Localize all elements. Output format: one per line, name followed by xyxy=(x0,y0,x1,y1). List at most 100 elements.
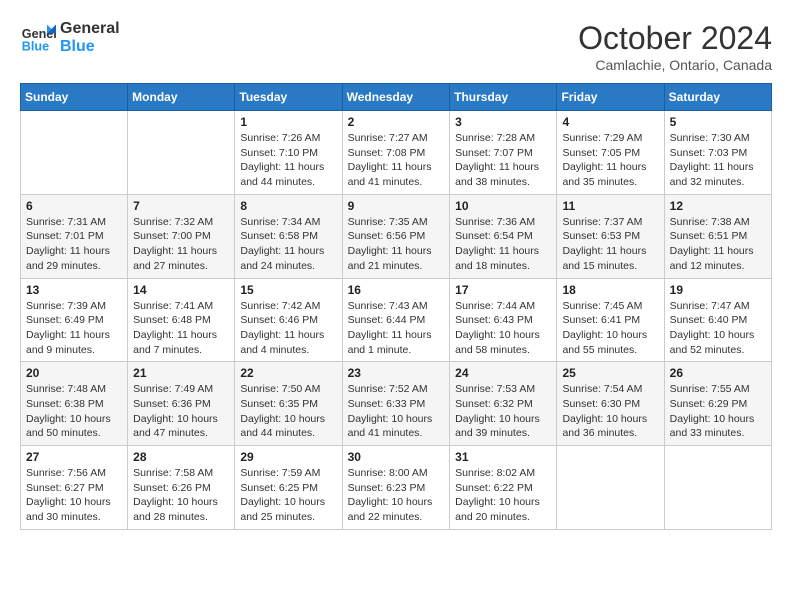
day-number: 26 xyxy=(670,366,766,380)
day-info: Sunrise: 8:00 AM Sunset: 6:23 PM Dayligh… xyxy=(348,466,445,525)
calendar-cell xyxy=(664,446,771,530)
day-info: Sunrise: 8:02 AM Sunset: 6:22 PM Dayligh… xyxy=(455,466,551,525)
day-info: Sunrise: 7:43 AM Sunset: 6:44 PM Dayligh… xyxy=(348,299,445,358)
day-info: Sunrise: 7:42 AM Sunset: 6:46 PM Dayligh… xyxy=(240,299,336,358)
day-info: Sunrise: 7:48 AM Sunset: 6:38 PM Dayligh… xyxy=(26,382,122,441)
weekday-header-tuesday: Tuesday xyxy=(235,84,342,111)
svg-text:Blue: Blue xyxy=(22,40,49,54)
day-number: 8 xyxy=(240,199,336,213)
day-info: Sunrise: 7:55 AM Sunset: 6:29 PM Dayligh… xyxy=(670,382,766,441)
calendar-cell xyxy=(21,111,128,195)
day-number: 30 xyxy=(348,450,445,464)
week-row-5: 27Sunrise: 7:56 AM Sunset: 6:27 PM Dayli… xyxy=(21,446,772,530)
day-number: 25 xyxy=(562,366,658,380)
day-number: 23 xyxy=(348,366,445,380)
calendar-cell: 9 Sunrise: 7:35 AM Sunset: 6:56 PM Daylig… xyxy=(342,194,450,278)
day-number: 12 xyxy=(670,199,766,213)
day-number: 2 xyxy=(348,115,445,129)
day-info: Sunrise: 7:41 AM Sunset: 6:48 PM Dayligh… xyxy=(133,299,229,358)
day-number: 27 xyxy=(26,450,122,464)
calendar-cell: 6Sunrise: 7:31 AM Sunset: 7:01 PM Daylig… xyxy=(21,194,128,278)
day-info: Sunrise: 7:44 AM Sunset: 6:43 PM Dayligh… xyxy=(455,299,551,358)
week-row-3: 13 Sunrise: 7:39 AM Sunset: 6:49 PM Dayli… xyxy=(21,278,772,362)
calendar-cell: 17 Sunrise: 7:44 AM Sunset: 6:43 PM Dayli… xyxy=(450,278,557,362)
day-number: 5 xyxy=(670,115,766,129)
day-number: 21 xyxy=(133,366,229,380)
day-number: 18 xyxy=(562,283,658,297)
calendar-cell: 21 Sunrise: 7:49 AM Sunset: 6:36 PM Dayli… xyxy=(128,362,235,446)
day-number: 19 xyxy=(670,283,766,297)
day-number: 15 xyxy=(240,283,336,297)
calendar-cell xyxy=(557,446,664,530)
calendar-table: SundayMondayTuesdayWednesdayThursdayFrid… xyxy=(20,83,772,530)
day-number: 3 xyxy=(455,115,551,129)
day-number: 22 xyxy=(240,366,336,380)
day-info: Sunrise: 7:32 AM Sunset: 7:00 PM Dayligh… xyxy=(133,215,229,274)
day-number: 17 xyxy=(455,283,551,297)
logo: General Blue General Blue xyxy=(20,20,120,56)
page-header: General Blue General Blue October 2024 C… xyxy=(20,20,772,73)
weekday-header-thursday: Thursday xyxy=(450,84,557,111)
day-info: Sunrise: 7:29 AM Sunset: 7:05 PM Dayligh… xyxy=(562,131,658,190)
calendar-cell: 14 Sunrise: 7:41 AM Sunset: 6:48 PM Dayli… xyxy=(128,278,235,362)
calendar-cell: 12 Sunrise: 7:38 AM Sunset: 6:51 PM Dayli… xyxy=(664,194,771,278)
weekday-header-saturday: Saturday xyxy=(664,84,771,111)
weekday-header-monday: Monday xyxy=(128,84,235,111)
day-info: Sunrise: 7:49 AM Sunset: 6:36 PM Dayligh… xyxy=(133,382,229,441)
day-number: 11 xyxy=(562,199,658,213)
calendar-cell: 25 Sunrise: 7:54 AM Sunset: 6:30 PM Dayli… xyxy=(557,362,664,446)
calendar-cell: 15 Sunrise: 7:42 AM Sunset: 6:46 PM Dayli… xyxy=(235,278,342,362)
day-info: Sunrise: 7:47 AM Sunset: 6:40 PM Dayligh… xyxy=(670,299,766,358)
day-number: 13 xyxy=(26,283,122,297)
weekday-header-row: SundayMondayTuesdayWednesdayThursdayFrid… xyxy=(21,84,772,111)
week-row-1: 1Sunrise: 7:26 AM Sunset: 7:10 PM Daylig… xyxy=(21,111,772,195)
location-subtitle: Camlachie, Ontario, Canada xyxy=(578,57,772,73)
weekday-header-sunday: Sunday xyxy=(21,84,128,111)
calendar-cell: 19 Sunrise: 7:47 AM Sunset: 6:40 PM Dayli… xyxy=(664,278,771,362)
day-number: 9 xyxy=(348,199,445,213)
calendar-cell: 22 Sunrise: 7:50 AM Sunset: 6:35 PM Dayli… xyxy=(235,362,342,446)
calendar-cell: 18 Sunrise: 7:45 AM Sunset: 6:41 PM Dayli… xyxy=(557,278,664,362)
calendar-cell: 5 Sunrise: 7:30 AM Sunset: 7:03 PM Daylig… xyxy=(664,111,771,195)
calendar-cell: 10 Sunrise: 7:36 AM Sunset: 6:54 PM Dayli… xyxy=(450,194,557,278)
day-number: 20 xyxy=(26,366,122,380)
day-number: 31 xyxy=(455,450,551,464)
logo-blue: Blue xyxy=(60,38,120,56)
title-area: October 2024 Camlachie, Ontario, Canada xyxy=(578,20,772,73)
calendar-cell: 28Sunrise: 7:58 AM Sunset: 6:26 PM Dayli… xyxy=(128,446,235,530)
day-info: Sunrise: 7:54 AM Sunset: 6:30 PM Dayligh… xyxy=(562,382,658,441)
calendar-cell: 31 Sunrise: 8:02 AM Sunset: 6:22 PM Dayli… xyxy=(450,446,557,530)
day-info: Sunrise: 7:50 AM Sunset: 6:35 PM Dayligh… xyxy=(240,382,336,441)
day-info: Sunrise: 7:38 AM Sunset: 6:51 PM Dayligh… xyxy=(670,215,766,274)
day-info: Sunrise: 7:45 AM Sunset: 6:41 PM Dayligh… xyxy=(562,299,658,358)
day-info: Sunrise: 7:27 AM Sunset: 7:08 PM Dayligh… xyxy=(348,131,445,190)
calendar-cell: 23Sunrise: 7:52 AM Sunset: 6:33 PM Dayli… xyxy=(342,362,450,446)
day-info: Sunrise: 7:36 AM Sunset: 6:54 PM Dayligh… xyxy=(455,215,551,274)
day-info: Sunrise: 7:39 AM Sunset: 6:49 PM Dayligh… xyxy=(26,299,122,358)
week-row-4: 20 Sunrise: 7:48 AM Sunset: 6:38 PM Dayli… xyxy=(21,362,772,446)
week-row-2: 6Sunrise: 7:31 AM Sunset: 7:01 PM Daylig… xyxy=(21,194,772,278)
day-number: 29 xyxy=(240,450,336,464)
calendar-cell: 30 Sunrise: 8:00 AM Sunset: 6:23 PM Dayli… xyxy=(342,446,450,530)
weekday-header-wednesday: Wednesday xyxy=(342,84,450,111)
day-info: Sunrise: 7:35 AM Sunset: 6:56 PM Dayligh… xyxy=(348,215,445,274)
day-info: Sunrise: 7:34 AM Sunset: 6:58 PM Dayligh… xyxy=(240,215,336,274)
calendar-cell: 1Sunrise: 7:26 AM Sunset: 7:10 PM Daylig… xyxy=(235,111,342,195)
day-info: Sunrise: 7:30 AM Sunset: 7:03 PM Dayligh… xyxy=(670,131,766,190)
weekday-header-friday: Friday xyxy=(557,84,664,111)
day-info: Sunrise: 7:53 AM Sunset: 6:32 PM Dayligh… xyxy=(455,382,551,441)
day-info: Sunrise: 7:28 AM Sunset: 7:07 PM Dayligh… xyxy=(455,131,551,190)
calendar-cell: 7Sunrise: 7:32 AM Sunset: 7:00 PM Daylig… xyxy=(128,194,235,278)
calendar-cell: 3 Sunrise: 7:28 AM Sunset: 7:07 PM Daylig… xyxy=(450,111,557,195)
calendar-cell: 11Sunrise: 7:37 AM Sunset: 6:53 PM Dayli… xyxy=(557,194,664,278)
day-number: 4 xyxy=(562,115,658,129)
day-info: Sunrise: 7:31 AM Sunset: 7:01 PM Dayligh… xyxy=(26,215,122,274)
calendar-cell: 13 Sunrise: 7:39 AM Sunset: 6:49 PM Dayli… xyxy=(21,278,128,362)
calendar-cell: 24Sunrise: 7:53 AM Sunset: 6:32 PM Dayli… xyxy=(450,362,557,446)
calendar-cell: 20 Sunrise: 7:48 AM Sunset: 6:38 PM Dayli… xyxy=(21,362,128,446)
day-number: 14 xyxy=(133,283,229,297)
day-number: 16 xyxy=(348,283,445,297)
calendar-cell: 2 Sunrise: 7:27 AM Sunset: 7:08 PM Daylig… xyxy=(342,111,450,195)
calendar-cell: 26 Sunrise: 7:55 AM Sunset: 6:29 PM Dayli… xyxy=(664,362,771,446)
day-number: 10 xyxy=(455,199,551,213)
